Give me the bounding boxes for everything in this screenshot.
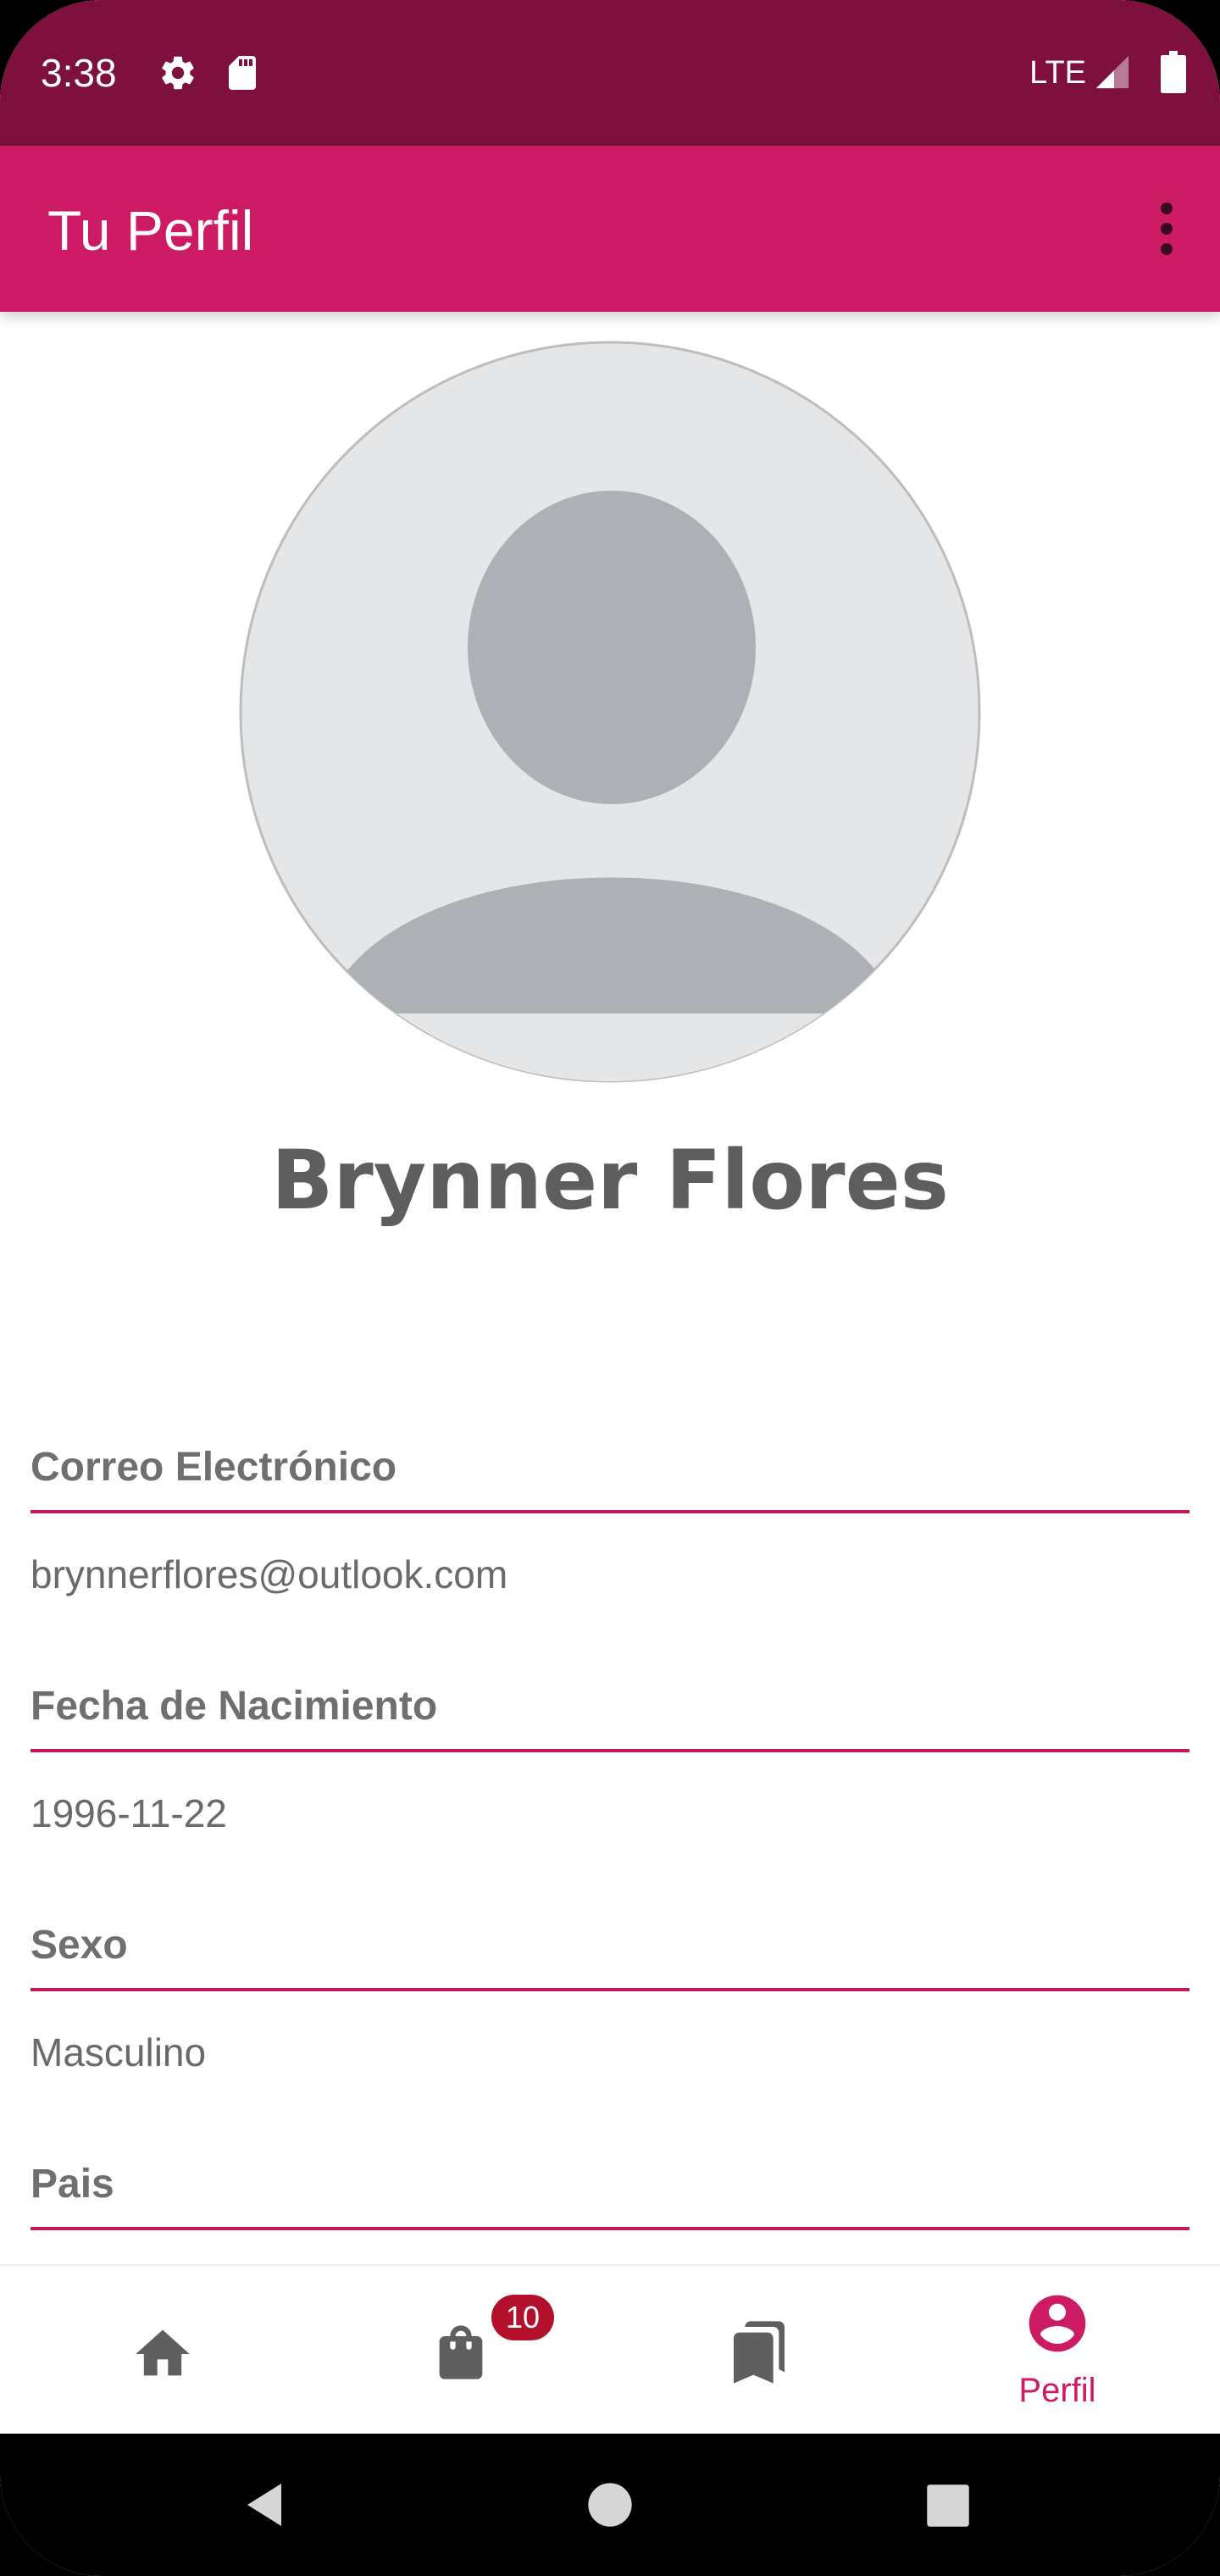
more-vert-icon[interactable]: [1139, 190, 1195, 268]
email-value: brynnerflores@outlook.com: [30, 1552, 508, 1596]
cell-signal-icon: [1095, 55, 1129, 89]
nav-item-profile[interactable]: Perfil: [908, 2266, 1206, 2435]
menu-dot: [1161, 203, 1173, 214]
email-label: Correo Electrónico: [30, 1445, 397, 1490]
birthdate-value: 1996-11-22: [30, 1791, 227, 1835]
sex-value: Masculino: [30, 2030, 207, 2074]
settings-gear-icon: [162, 56, 194, 90]
page-title: Tu Perfil: [47, 199, 254, 262]
bookmarks-icon: [734, 2321, 785, 2384]
nav-item-bookmarks[interactable]: [610, 2266, 908, 2435]
cart-count-badge: 10: [491, 2295, 554, 2340]
home-circle-icon[interactable]: [586, 2481, 634, 2529]
default-person-avatar-icon[interactable]: [239, 341, 981, 1083]
recents-square-icon[interactable]: [925, 2483, 971, 2529]
home-icon: [136, 2329, 190, 2376]
nav-label-profile: Perfil: [1018, 2372, 1096, 2409]
app-bar: Tu Perfil: [0, 146, 1220, 312]
sd-card-icon: [229, 56, 256, 90]
birthdate-label: Fecha de Nacimiento: [30, 1684, 438, 1729]
menu-dot: [1161, 223, 1173, 235]
phone-screen: 3:38 LTE Tu Perfil Brynner Flores Correo…: [0, 0, 1220, 2576]
shopping-bag-icon: [439, 2325, 483, 2379]
profile-name: Brynner Flores: [271, 1133, 949, 1228]
sex-label: Sexo: [30, 1923, 128, 1968]
nav-item-cart[interactable]: 10: [312, 2266, 610, 2435]
status-bar: 3:38 LTE: [0, 0, 1220, 146]
back-icon[interactable]: [239, 2479, 290, 2530]
sex-divider: [30, 1988, 1190, 1991]
email-divider: [30, 1510, 1190, 1513]
account-circle-icon: [1029, 2295, 1086, 2352]
country-divider: [30, 2227, 1190, 2230]
status-time: 3:38: [41, 51, 117, 95]
country-label: Pais: [30, 2162, 114, 2207]
nav-item-home[interactable]: [14, 2266, 312, 2435]
bottom-navigation: 10 Perfil: [0, 2264, 1220, 2435]
menu-dot: [1161, 243, 1173, 255]
battery-icon: [1161, 51, 1186, 93]
system-navigation-bar: [0, 2434, 1220, 2576]
network-type: LTE: [1029, 55, 1086, 91]
birthdate-divider: [30, 1749, 1190, 1752]
